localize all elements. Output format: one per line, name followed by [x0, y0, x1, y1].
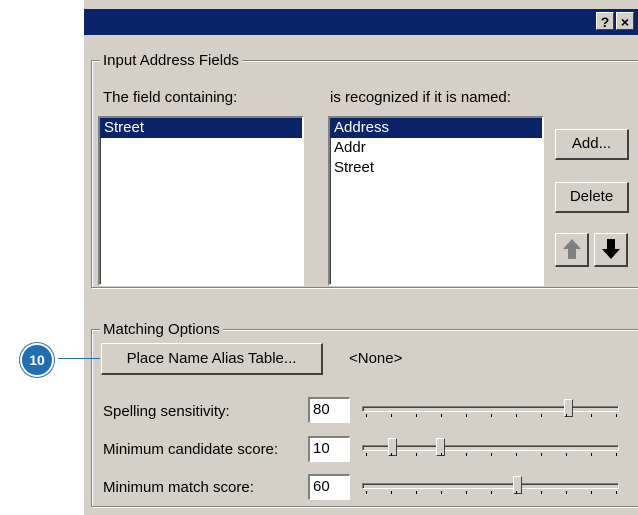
- title-bar: [84, 9, 638, 35]
- slider-tick: [391, 414, 392, 417]
- slider-tick: [566, 491, 567, 494]
- min-candidate-score-label: Minimum candidate score:: [103, 441, 279, 458]
- min-candidate-score-field[interactable]: 10: [308, 436, 350, 462]
- slider-tick: [491, 453, 492, 456]
- callout-number-badge: 10: [20, 343, 54, 377]
- slider-tick: [591, 491, 592, 494]
- slider-tick: [516, 414, 517, 417]
- input-address-fields-legend: Input Address Fields: [100, 52, 242, 70]
- list-item[interactable]: Address: [330, 118, 542, 138]
- arrow-up-icon: [562, 239, 581, 259]
- callout-line: [58, 358, 100, 359]
- slider-tick: [541, 414, 542, 417]
- min-match-score-track[interactable]: [362, 483, 619, 489]
- field-containing-label: The field containing:: [103, 89, 238, 106]
- slider-tick: [441, 453, 442, 456]
- delete-button[interactable]: Delete: [555, 182, 629, 213]
- slider-tick: [566, 414, 567, 417]
- min-candidate-score-track[interactable]: [362, 445, 619, 451]
- slider-tick: [466, 414, 467, 417]
- min-match-score-field[interactable]: 60: [308, 474, 350, 500]
- slider-tick: [391, 453, 392, 456]
- recognized-if-named-label: is recognized if it is named:: [330, 89, 511, 106]
- slider-tick: [366, 491, 367, 494]
- slider-tick: [516, 453, 517, 456]
- slider-tick: [416, 453, 417, 456]
- close-button[interactable]: ×: [616, 12, 634, 30]
- list-item[interactable]: Street: [330, 158, 542, 178]
- slider-tick: [441, 491, 442, 494]
- spelling-sensitivity-field[interactable]: 80: [308, 397, 350, 423]
- spelling-sensitivity-track[interactable]: [362, 406, 619, 412]
- slider-tick: [516, 491, 517, 494]
- move-down-button[interactable]: [594, 233, 628, 267]
- slider-tick: [616, 453, 617, 456]
- field-list[interactable]: Street: [98, 116, 304, 286]
- min-match-score-label: Minimum match score:: [103, 479, 254, 496]
- slider-tick: [466, 491, 467, 494]
- slider-tick: [541, 453, 542, 456]
- slider-tick: [466, 453, 467, 456]
- list-item[interactable]: Street: [100, 118, 302, 138]
- spelling-sensitivity-label: Spelling sensitivity:: [103, 403, 230, 420]
- add-button[interactable]: Add...: [555, 129, 629, 160]
- slider-tick: [366, 414, 367, 417]
- slider-tick: [566, 453, 567, 456]
- slider-tick: [616, 414, 617, 417]
- matching-options-legend: Matching Options: [100, 321, 223, 339]
- arrow-down-icon: [601, 239, 620, 259]
- slider-tick: [391, 491, 392, 494]
- place-name-alias-table-button[interactable]: Place Name Alias Table...: [101, 343, 323, 375]
- slider-tick: [541, 491, 542, 494]
- alias-list[interactable]: Address Addr Street: [328, 116, 544, 286]
- slider-tick: [591, 414, 592, 417]
- slider-tick: [416, 414, 417, 417]
- slider-tick: [491, 414, 492, 417]
- slider-tick: [366, 453, 367, 456]
- slider-tick: [616, 491, 617, 494]
- slider-tick: [491, 491, 492, 494]
- help-button[interactable]: ?: [596, 12, 614, 30]
- min-match-score-slider-thumb[interactable]: [513, 476, 522, 494]
- slider-tick: [416, 491, 417, 494]
- min-candidate-score-slider-thumb[interactable]: [388, 438, 397, 456]
- list-item[interactable]: Addr: [330, 138, 542, 158]
- move-up-button[interactable]: [555, 233, 589, 267]
- slider-tick: [441, 414, 442, 417]
- alias-table-value: <None>: [349, 350, 403, 367]
- slider-tick: [591, 453, 592, 456]
